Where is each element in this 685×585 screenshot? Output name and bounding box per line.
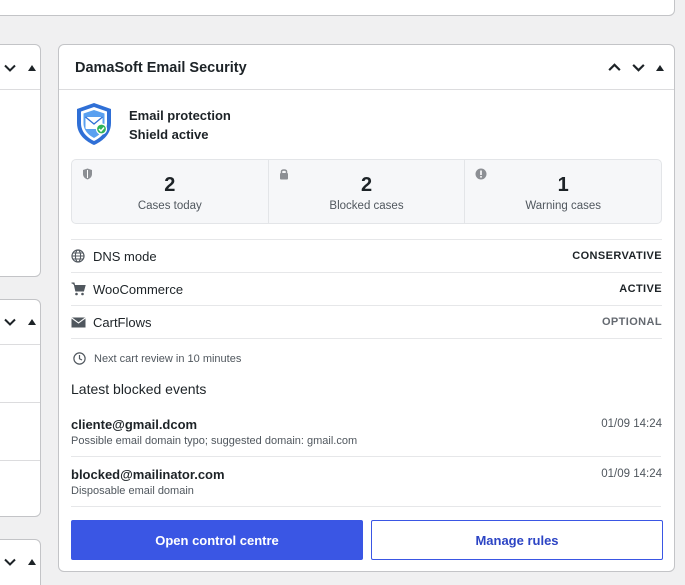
- globe-icon: [71, 249, 85, 263]
- left-widget-1: [0, 44, 41, 277]
- warning-icon: [475, 168, 487, 180]
- event-description: Possible email domain typo; suggested do…: [71, 435, 358, 447]
- setting-name: WooCommerce: [93, 281, 184, 297]
- collapse-triangle-icon[interactable]: [655, 63, 665, 73]
- stat-value: 2: [360, 174, 373, 196]
- next-review-text: Next cart review in 10 minutes: [94, 352, 242, 365]
- left-widget-3: [0, 539, 41, 585]
- setting-row-dns-mode: DNS mode CONSERVATIVE: [71, 239, 662, 272]
- chevron-down-icon[interactable]: [3, 315, 17, 329]
- open-control-centre-button[interactable]: Open control centre: [71, 520, 363, 560]
- widget-title: DamaSoft Email Security: [75, 60, 247, 76]
- collapse-triangle-icon[interactable]: [27, 317, 37, 327]
- stat-value: 2: [164, 174, 176, 196]
- stat-warning-cases: 1 Warning cases: [465, 160, 661, 223]
- event-time: 01/09 14:24: [601, 418, 662, 430]
- chevron-down-icon[interactable]: [3, 555, 17, 569]
- collapse-triangle-icon[interactable]: [27, 557, 37, 567]
- manage-rules-button[interactable]: Manage rules: [371, 520, 663, 560]
- collapse-triangle-icon[interactable]: [27, 63, 37, 73]
- cart-icon: [71, 282, 86, 296]
- settings-divider: [71, 338, 662, 339]
- chevron-down-icon[interactable]: [3, 61, 17, 75]
- stat-cases-today: 2 Cases today: [72, 160, 269, 223]
- setting-name: CartFlows: [93, 314, 152, 330]
- lock-icon: [279, 169, 288, 180]
- stats-panel: 2 Cases today 2 Blocked cases 1 Warning …: [71, 159, 662, 224]
- move-up-icon[interactable]: [607, 60, 622, 75]
- stat-label: Cases today: [137, 200, 202, 212]
- left-widget-1-controls: [3, 61, 37, 75]
- event-email: cliente@gmail.dcom: [71, 417, 198, 432]
- widget-header-controls: [607, 60, 665, 75]
- stat-label: Blocked cases: [329, 200, 404, 212]
- latest-events-heading: Latest blocked events: [71, 381, 207, 397]
- shield-mail-icon: [77, 103, 111, 145]
- event-email: blocked@mailinator.com: [71, 467, 225, 482]
- stat-label: Warning cases: [525, 200, 601, 212]
- left-widget-2: [0, 299, 41, 517]
- setting-row-woocommerce: WooCommerce ACTIVE: [71, 272, 662, 305]
- left-widget-2-controls: [3, 315, 37, 329]
- event-description: Disposable email domain: [71, 485, 194, 497]
- event-time: 01/09 14:24: [601, 468, 662, 480]
- move-down-icon[interactable]: [631, 60, 646, 75]
- left-widget-3-controls: [3, 555, 37, 569]
- protection-status: Shield active: [129, 127, 209, 142]
- envelope-icon: [71, 316, 86, 327]
- event-item[interactable]: cliente@gmail.dcom Possible email domain…: [71, 417, 662, 447]
- event-item[interactable]: blocked@mailinator.com Disposable email …: [71, 467, 662, 497]
- stat-blocked-cases: 2 Blocked cases: [269, 160, 466, 223]
- setting-value: OPTIONAL: [601, 316, 662, 328]
- stat-value: 1: [557, 174, 569, 196]
- next-review: Next cart review in 10 minutes: [73, 352, 241, 365]
- setting-value: ACTIVE: [619, 283, 662, 295]
- shield-icon: [83, 168, 92, 180]
- top-widget: [0, 0, 675, 16]
- clock-icon: [73, 352, 86, 365]
- email-security-widget: DamaSoft Email Security Email protection…: [58, 44, 675, 572]
- setting-row-cartflows: CartFlows OPTIONAL: [71, 305, 662, 338]
- setting-value: CONSERVATIVE: [572, 250, 662, 262]
- setting-name: DNS mode: [93, 248, 157, 264]
- protection-title: Email protection: [129, 108, 231, 123]
